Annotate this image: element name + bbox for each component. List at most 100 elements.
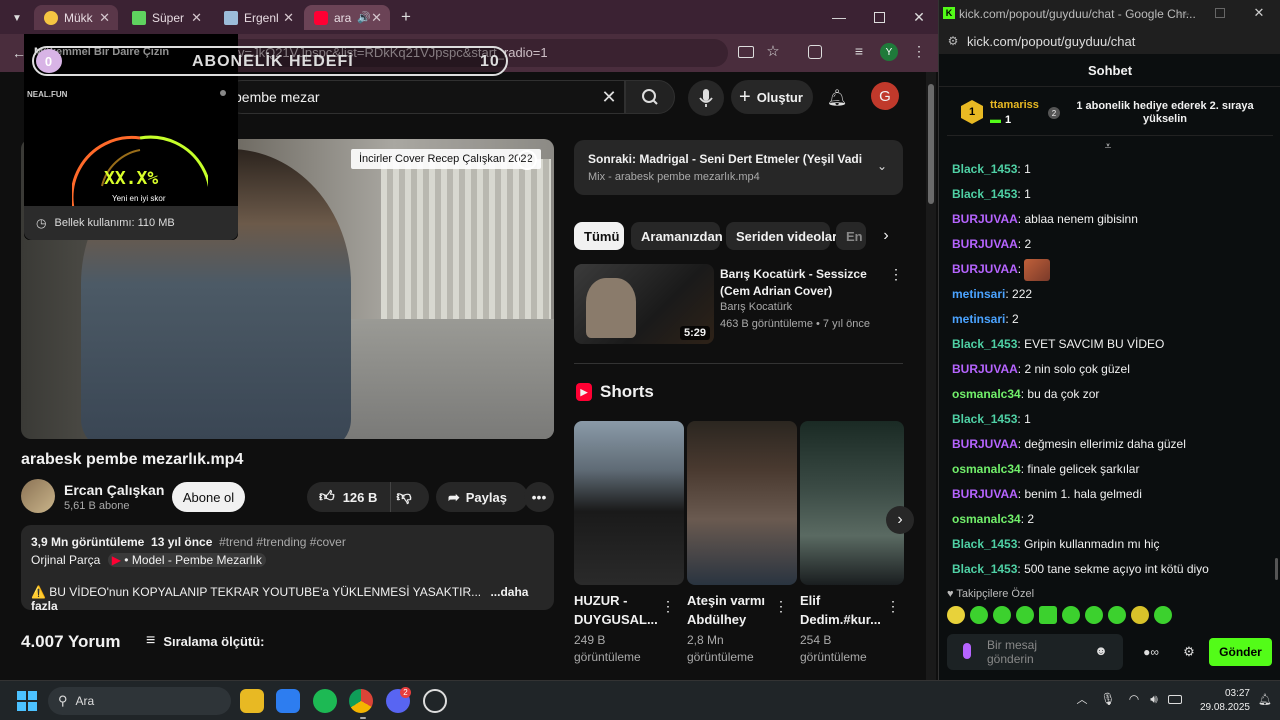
chat-username[interactable]: BURJUVAA (952, 487, 1018, 501)
extensions-icon[interactable] (808, 45, 822, 59)
subscribe-button[interactable]: Abone ol (172, 482, 245, 512)
short-title-1[interactable]: HUZUR - DUYGUSAL... (574, 591, 669, 629)
emote-icon[interactable] (1085, 606, 1103, 624)
short-thumbnail-2[interactable] (687, 421, 797, 585)
sort-comments-button[interactable]: ≡ Sıralama ölçütü: (146, 632, 264, 650)
chat-users-icon[interactable]: ●∞ (1133, 644, 1169, 660)
short-thumbnail-3[interactable] (800, 421, 904, 585)
emote-icon[interactable] (1131, 606, 1149, 624)
obs-icon[interactable] (423, 689, 447, 713)
taskbar-search[interactable]: ⚲ Ara (48, 687, 231, 715)
tab-list-icon[interactable]: ▼ (8, 9, 26, 27)
chat-username[interactable]: Black_1453 (952, 162, 1017, 176)
tab-ergen[interactable]: Ergenl ✕ (214, 5, 302, 30)
account-avatar[interactable]: G (871, 82, 899, 110)
chip-series[interactable]: Seriden videolar (726, 222, 837, 250)
media-controls-icon[interactable]: ≡ (850, 42, 868, 60)
music-link[interactable]: ▶ • Model - Pembe Mezarlık (107, 553, 266, 567)
chat-username[interactable]: BURJUVAA (952, 437, 1018, 451)
chat-username[interactable]: BURJUVAA (952, 362, 1018, 376)
recommended-title[interactable]: Barış Kocatürk - Sessizce (Cem Adrian Co… (720, 266, 867, 300)
chat-username[interactable]: metinsari (952, 312, 1005, 326)
chat-message-input[interactable]: Bir mesaj gönderin ☻ (947, 634, 1123, 670)
more-options-icon[interactable]: ⋮ (888, 266, 904, 282)
chat-username[interactable]: metinsari (952, 287, 1005, 301)
description-box[interactable]: 3,9 Mn görüntüleme 13 yıl önce #trend #t… (21, 525, 554, 613)
search-input[interactable]: pembe mezar (225, 80, 625, 114)
windows-start-icon[interactable] (17, 691, 37, 711)
page-scrollbar[interactable] (926, 72, 936, 680)
close-tab-icon[interactable]: ✕ (191, 10, 202, 26)
search-button[interactable] (625, 80, 675, 114)
chat-username[interactable]: Black_1453 (952, 412, 1017, 426)
notification-center-icon[interactable]: 🔔︎ (1258, 691, 1272, 707)
battery-icon[interactable] (1168, 695, 1182, 704)
popup-url-bar[interactable]: ⚙ kick.com/popout/guyduu/chat (939, 28, 1280, 54)
scrollbar-thumb[interactable] (928, 84, 934, 204)
more-actions-button[interactable]: ••• (524, 482, 554, 512)
tab-neal[interactable]: Mükk ✕ (34, 5, 118, 30)
info-icon[interactable]: i (517, 150, 537, 170)
chip-from-search[interactable]: Aramanızdan (631, 222, 723, 250)
emote-icon[interactable] (993, 606, 1011, 624)
chat-username[interactable]: BURJUVAA (952, 212, 1018, 226)
close-window-icon[interactable]: ✕ (1251, 5, 1267, 21)
short-title-3[interactable]: Elif Dedim.#kur... (800, 591, 895, 629)
chrome-icon[interactable] (349, 689, 373, 713)
store-icon[interactable] (276, 689, 300, 713)
like-button[interactable]: 👍︎ 126 B (307, 482, 391, 512)
short-title-2[interactable]: Ateşin varmı Abdülhey (687, 591, 782, 629)
audio-playing-icon[interactable]: 🔊 (357, 11, 371, 24)
close-tab-icon[interactable]: ✕ (99, 10, 110, 26)
dislike-button[interactable]: 👎︎ (395, 488, 413, 506)
site-settings-icon[interactable]: ⚙ (945, 33, 961, 49)
emote-icon[interactable] (1154, 606, 1172, 624)
clear-search-icon[interactable]: ✕ (600, 87, 618, 107)
system-clock[interactable]: 03:27 29.08.2025 (1190, 687, 1250, 715)
new-tab-icon[interactable]: + (397, 7, 415, 26)
microphone-icon[interactable] (963, 643, 971, 659)
tab-youtube[interactable]: ara 🔊 ✕ (304, 5, 390, 30)
emote-icon[interactable] (1016, 606, 1034, 624)
chevron-right-icon[interactable]: › (876, 226, 896, 246)
browser-menu-icon[interactable]: ⋮ (910, 42, 928, 60)
spotify-icon[interactable] (313, 689, 337, 713)
channel-avatar[interactable] (21, 479, 55, 513)
bookmark-star-icon[interactable]: ☆ (764, 42, 782, 60)
up-next-panel[interactable]: Sonraki: Madrigal - Seni Dert Etmeler (Y… (574, 140, 903, 195)
notifications-bell-icon[interactable]: 🔔︎ (827, 88, 847, 108)
gift-leaderboard-banner[interactable]: 1 ttamariss ▬ 1 2 1 abonelik hediye edere… (947, 90, 1273, 136)
more-options-icon[interactable]: ⋮ (774, 598, 788, 614)
chat-username[interactable]: Black_1453 (952, 537, 1017, 551)
chat-username[interactable]: osmanalc34 (952, 387, 1021, 401)
chat-username[interactable]: Black_1453 (952, 187, 1017, 201)
close-tab-icon[interactable]: ✕ (371, 10, 382, 26)
chip-more[interactable]: En (836, 222, 866, 250)
more-options-icon[interactable]: ⋮ (886, 598, 900, 614)
expand-icon[interactable]: ⩡ (1099, 139, 1117, 153)
emote-icon[interactable] (1039, 606, 1057, 624)
maximize-icon[interactable] (1215, 8, 1225, 18)
profile-avatar[interactable]: Y (880, 43, 898, 61)
minimize-icon[interactable]: — (830, 8, 848, 26)
channel-name[interactable]: Ercan Çalışkan (64, 482, 164, 498)
shorts-next-button[interactable]: › (886, 506, 914, 534)
tray-microphone-icon[interactable]: 🎙︎ (1100, 691, 1116, 707)
close-window-icon[interactable]: ✕ (910, 8, 928, 26)
hashtags[interactable]: #trend #trending #cover (219, 535, 346, 549)
chat-username[interactable]: osmanalc34 (952, 512, 1021, 526)
volume-icon[interactable]: 🔊︎ (1146, 691, 1162, 707)
create-button[interactable]: + Oluştur (731, 80, 813, 114)
file-explorer-icon[interactable] (240, 689, 264, 713)
chat-settings-gear-icon[interactable]: ⚙ (1181, 644, 1197, 660)
chat-username[interactable]: BURJUVAA (952, 237, 1018, 251)
emoji-icon[interactable]: ☻ (1093, 643, 1109, 659)
chip-all[interactable]: Tümü (574, 222, 624, 250)
wifi-icon[interactable]: ◠ (1126, 691, 1142, 707)
chat-scrollbar[interactable] (1275, 558, 1278, 580)
recommended-thumbnail[interactable]: 5:29 (574, 264, 714, 344)
chat-username[interactable]: BURJUVAA (952, 262, 1018, 276)
share-button[interactable]: ➦ Paylaş (436, 482, 528, 512)
voice-search-button[interactable] (688, 80, 724, 116)
short-thumbnail-1[interactable] (574, 421, 684, 585)
